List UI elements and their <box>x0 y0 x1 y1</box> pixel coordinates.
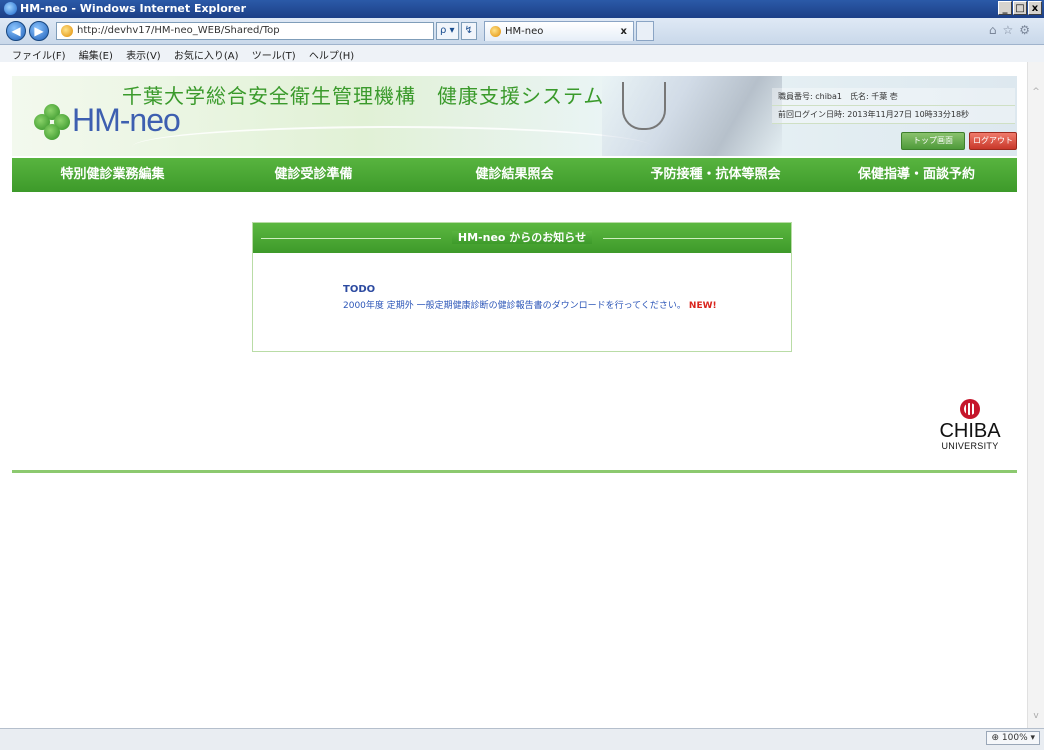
close-button[interactable]: x <box>1028 1 1042 15</box>
new-tab-button[interactable] <box>636 21 654 41</box>
site-header: HM-neo 千葉大学総合安全衛生管理機構 健康支援システム 職員番号: chi… <box>12 76 1017 156</box>
home-favorites-tools-icons[interactable]: ⌂☆⚙ <box>989 23 1036 37</box>
status-bar: ⊕ 100% ▾ <box>0 728 1044 750</box>
menu-file[interactable]: ファイル(F) <box>0 45 71 62</box>
minimize-button[interactable]: _ <box>998 1 1012 15</box>
page-favicon-icon <box>61 25 73 37</box>
menu-edit[interactable]: 編集(E) <box>74 45 118 62</box>
maximize-button[interactable]: □ <box>1013 1 1027 15</box>
browser-tab[interactable]: HM-neo x <box>484 21 634 41</box>
window-titlebar: HM-neo - Windows Internet Explorer _ □ x <box>0 0 1044 18</box>
logout-button[interactable]: ログアウト <box>969 132 1017 150</box>
tab-favicon-icon <box>490 26 501 37</box>
clover-logo-icon <box>34 104 70 140</box>
user-info: 職員番号: chiba1 氏名: 千葉 壱 前回ログイン日時: 2013年11月… <box>772 88 1015 124</box>
menu-help[interactable]: ヘルプ(H) <box>304 45 359 62</box>
todo-item[interactable]: 2000年度 定期外 一般定期健康診断の健診報告書のダウンロードを行ってください… <box>343 298 717 311</box>
url-text: http://devhv17/HM-neo_WEB/Shared/Top <box>77 25 280 36</box>
chiba-university-logo: CHIBA UNIVERSITY <box>935 399 1005 469</box>
system-title: 千葉大学総合安全衛生管理機構 健康支援システム <box>122 84 605 108</box>
forward-button[interactable]: ▶ <box>29 21 49 41</box>
notice-panel: HM-neo からのお知らせ TODO 2000年度 定期外 一般定期健康診断の… <box>252 222 792 352</box>
search-dropdown-icon[interactable]: ρ ▾ <box>436 22 459 40</box>
back-button[interactable]: ◀ <box>6 21 26 41</box>
window-controls: _ □ x <box>998 1 1042 15</box>
address-row: ◀ ▶ http://devhv17/HM-neo_WEB/Shared/Top… <box>0 18 1044 45</box>
footer-divider <box>12 470 1017 473</box>
address-tools: ρ ▾ ↯ <box>436 22 477 40</box>
stethoscope-icon <box>622 82 666 130</box>
tab-close-icon[interactable]: x <box>621 22 627 41</box>
vertical-scrollbar[interactable]: ^ v <box>1027 62 1044 728</box>
compat-view-icon[interactable]: ↯ <box>460 22 477 40</box>
todo-label: TODO <box>343 284 376 295</box>
address-input[interactable]: http://devhv17/HM-neo_WEB/Shared/Top <box>56 22 434 40</box>
tab-title: HM-neo <box>505 26 544 37</box>
top-page-button[interactable]: トップ画面 <box>901 132 965 150</box>
nav-vaccination[interactable]: 予防接種・抗体等照会 <box>615 158 816 192</box>
nav-health-guidance[interactable]: 保健指導・面談予約 <box>816 158 1017 192</box>
nav-special-exam-edit[interactable]: 特別健診業務編集 <box>12 158 213 192</box>
user-line: 職員番号: chiba1 氏名: 千葉 壱 <box>772 88 1015 106</box>
last-login: 前回ログイン日時: 2013年11月27日 10時33分18秒 <box>772 106 1015 124</box>
university-emblem-icon <box>960 399 980 419</box>
university-name: CHIBA <box>939 420 1001 442</box>
menu-view[interactable]: 表示(V) <box>121 45 166 62</box>
nav-exam-results[interactable]: 健診結果照会 <box>414 158 615 192</box>
page-content: HM-neo 千葉大学総合安全衛生管理機構 健康支援システム 職員番号: chi… <box>0 62 1028 728</box>
menu-favorites[interactable]: お気に入り(A) <box>169 45 244 62</box>
window-title: HM-neo - Windows Internet Explorer <box>20 2 247 15</box>
menu-bar: ファイル(F) 編集(E) 表示(V) お気に入り(A) ツール(T) ヘルプ(… <box>0 45 1044 63</box>
todo-message-link[interactable]: 2000年度 定期外 一般定期健康診断の健診報告書のダウンロードを行ってください… <box>343 301 686 311</box>
new-badge: NEW! <box>688 301 717 311</box>
zoom-control[interactable]: ⊕ 100% ▾ <box>986 731 1040 745</box>
scroll-down-icon[interactable]: v <box>1028 708 1044 724</box>
main-nav: 特別健診業務編集 健診受診準備 健診結果照会 予防接種・抗体等照会 保健指導・面… <box>12 158 1017 192</box>
university-sub: UNIVERSITY <box>941 441 999 451</box>
notice-header: HM-neo からのお知らせ <box>253 223 791 253</box>
notice-title: HM-neo からのお知らせ <box>451 231 593 244</box>
nav-exam-preparation[interactable]: 健診受診準備 <box>213 158 414 192</box>
scroll-up-icon[interactable]: ^ <box>1028 84 1044 100</box>
ie-icon <box>4 2 17 15</box>
menu-tools[interactable]: ツール(T) <box>247 45 301 62</box>
